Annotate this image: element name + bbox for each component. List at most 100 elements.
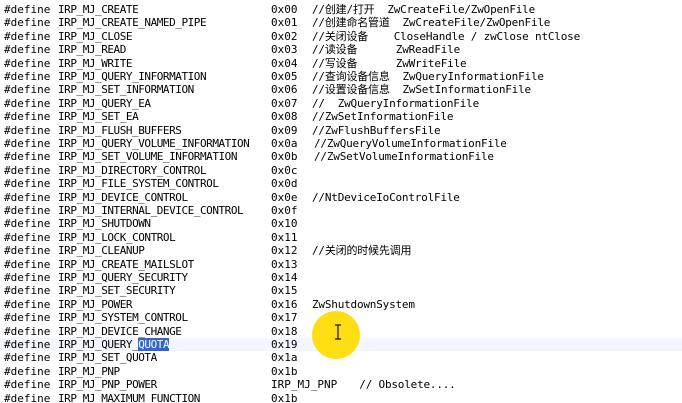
code-line[interactable]: #define IRP_MJ_DIRECTORY_CONTROL 0x0c (0, 164, 682, 177)
code-comment: //NtDeviceIoControlFile (312, 190, 460, 204)
macro-value: 0x1a (271, 351, 298, 365)
code-line[interactable]: #define IRP_MJ_SHUTDOWN 0x10 (0, 217, 682, 230)
code-line[interactable]: #define IRP_MJ_READ 0x03 //读设备 ZwReadFile (0, 43, 682, 56)
macro-name: IRP_MJ_CREATE (58, 3, 139, 16)
code-line[interactable]: #define IRP_MJ_CLOSE 0x02 //关闭设备 CloseHandl… (0, 30, 682, 43)
code-comment: //ZwQueryVolumeInformationFile (314, 137, 507, 150)
code-line[interactable]: #define IRP_MJ_DEVICE_CONTROL 0x0e //NtDevi… (0, 191, 682, 204)
code-comment: //创建命名管道 ZwCreateFile/ZwOpenFile (312, 16, 551, 30)
macro-value: 0x18 (271, 324, 298, 338)
define-keyword: #define (4, 351, 51, 365)
macro-name: IRP_MJ_FILE_SYSTEM_CONTROL (58, 177, 219, 191)
code-line[interactable]: #define IRP_MJ_QUERY_VOLUME_INFORMATION 0x… (0, 137, 682, 150)
macro-name: IRP_MJ_QUERY_SECURITY (58, 271, 188, 284)
define-keyword: #define (4, 150, 51, 164)
code-comment: //写设备 ZwWriteFile (312, 56, 467, 70)
code-line[interactable]: #define IRP_MJ_QUERY_SECURITY 0x14 (0, 271, 682, 284)
macro-value: 0x07 (271, 96, 298, 110)
macro-name: IRP_MJ_SET_INFORMATION (58, 83, 194, 97)
code-editor[interactable]: #define IRP_MJ_CREATE 0x00 //创建/打开 ZwCreate… (0, 0, 682, 403)
code-comment: //设置设备信息 ZwSetInformationFile (312, 83, 531, 97)
define-keyword: #define (4, 96, 51, 110)
define-keyword: #define (4, 190, 51, 204)
macro-value: 0x10 (271, 217, 298, 231)
code-line[interactable]: #define IRP_MJ_PNP 0x1b (0, 365, 682, 378)
code-comment: //创建/打开 ZwCreateFile/ZwOpenFile (312, 3, 536, 16)
define-keyword: #define (4, 230, 51, 244)
code-line[interactable]: #define IRP_MJ_QUERY_INFORMATION 0x05 //查询设… (0, 70, 682, 83)
code-line[interactable]: #define IRP_MJ_SET_INFORMATION 0x06 //设置设备信… (0, 83, 682, 96)
macro-value: 0x15 (271, 284, 298, 298)
macro-name: IRP_MJ_SET_SECURITY (58, 284, 176, 298)
macro-name: IRP_MJ_PNP_POWER (58, 378, 157, 392)
code-line[interactable]: #define IRP_MJ_INTERNAL_DEVICE_CONTROL 0x0… (0, 204, 682, 217)
define-keyword: #define (4, 364, 51, 378)
macro-name: IRP_MJ_WRITE (58, 56, 133, 70)
macro-value: 0x08 (271, 110, 298, 124)
macro-name: IRP_MJ_QUERY_VOLUME_INFORMATION (58, 137, 250, 150)
code-comment: //ZwSetVolumeInformationFile (314, 150, 494, 164)
macro-value: 0x12 (271, 244, 298, 258)
macro-value: 0x06 (271, 83, 298, 97)
code-line[interactable]: #define IRP_MJ_CREATE_NAMED_PIPE 0x01 //创建命… (0, 16, 682, 29)
code-line[interactable]: #define IRP_MJ_QUERY_EA 0x07 // ZwQueryInfo… (0, 97, 682, 110)
macro-value: IRP_MJ_PNP (271, 378, 338, 392)
define-keyword: #define (4, 204, 51, 217)
define-keyword: #define (4, 70, 51, 83)
define-keyword: #define (4, 83, 51, 97)
code-line[interactable]: #define IRP_MJ_LOCK_CONTROL 0x11 (0, 231, 682, 244)
define-keyword: #define (4, 29, 51, 43)
define-keyword: #define (4, 16, 51, 30)
code-line[interactable]: #define IRP_MJ_CREATE_MAILSLOT 0x13 (0, 258, 682, 271)
code-comment: //关闭设备 CloseHandle / zwClose ntClose (312, 29, 580, 43)
define-keyword: #define (4, 110, 51, 124)
macro-name: IRP_MJ_SET_QUOTA (58, 351, 157, 365)
define-keyword: #define (4, 324, 51, 338)
macro-name: IRP_MJ_CREATE_NAMED_PIPE (58, 16, 207, 30)
code-line[interactable]: #define IRP_MJ_SET_VOLUME_INFORMATION 0x0b… (0, 150, 682, 163)
define-keyword: #define (4, 123, 51, 137)
macro-name: IRP_MJ_POWER (58, 297, 133, 311)
macro-name: IRP_MJ_SET_VOLUME_INFORMATION (58, 150, 238, 164)
macro-name: IRP_MJ_SET_EA (58, 110, 139, 124)
macro-value: 0x01 (271, 16, 298, 30)
macro-name: IRP_MJ_INTERNAL_DEVICE_CONTROL (58, 204, 244, 217)
define-keyword: #define (4, 217, 51, 231)
macro-name: IRP_MJ_FLUSH_BUFFERS (58, 123, 182, 137)
code-line[interactable]: #define IRP_MJ_POWER 0x16 ZwShutdownSystem (0, 298, 682, 311)
macro-value: 0x0b (271, 150, 298, 164)
define-keyword: #define (4, 257, 51, 271)
macro-value: 0x17 (271, 311, 298, 325)
code-line[interactable]: #define IRP_MJ_CREATE 0x00 //创建/打开 ZwCreate… (0, 3, 682, 16)
define-keyword: #define (4, 3, 51, 16)
macro-value: 0x00 (271, 3, 298, 16)
macro-value: 0x19 (271, 338, 298, 351)
macro-value: 0x1b (271, 391, 298, 403)
define-keyword: #define (4, 338, 51, 351)
macro-value: 0x09 (271, 123, 298, 137)
macro-value: 0x04 (271, 56, 298, 70)
macro-value: 0x0c (271, 163, 298, 177)
code-comment: //查询设备信息 ZwQueryInformationFile (312, 70, 544, 83)
macro-value: 0x05 (271, 70, 298, 83)
text-cursor-icon (334, 324, 342, 340)
macro-value: 0x11 (271, 230, 298, 244)
macro-name: IRP_MJ_QUERY_INFORMATION (58, 70, 207, 83)
macro-value: 0x0d (271, 177, 298, 191)
code-line[interactable]: #define IRP_MJ_CLEANUP 0x12 //关闭的时候先调用 (0, 244, 682, 257)
code-comment: //读设备 ZwReadFile (312, 43, 461, 57)
code-line[interactable]: #define IRP_MJ_SET_SECURITY 0x15 (0, 284, 682, 297)
macro-value: 0x16 (271, 297, 298, 311)
code-line[interactable]: #define IRP_MJ_MAXIMUM_FUNCTION 0x1b (0, 392, 682, 403)
macro-value: 0x1b (271, 364, 298, 378)
code-line[interactable]: #define IRP_MJ_PNP_POWER IRP_MJ_PNP // Obs… (0, 378, 682, 391)
code-line[interactable]: #define IRP_MJ_SET_EA 0x08 //ZwSetInformati… (0, 110, 682, 123)
macro-name: IRP_MJ_DIRECTORY_CONTROL (58, 163, 207, 177)
define-keyword: #define (4, 378, 51, 392)
define-keyword: #define (4, 391, 51, 403)
code-line[interactable]: #define IRP_MJ_WRITE 0x04 //写设备 ZwWriteFile (0, 57, 682, 70)
code-comment: //ZwSetInformationFile (312, 110, 454, 124)
code-line[interactable]: #define IRP_MJ_FILE_SYSTEM_CONTROL 0x0d (0, 177, 682, 190)
code-line[interactable]: #define IRP_MJ_FLUSH_BUFFERS 0x09 //ZwFlush… (0, 124, 682, 137)
text-selection[interactable]: QUOTA (138, 338, 170, 351)
